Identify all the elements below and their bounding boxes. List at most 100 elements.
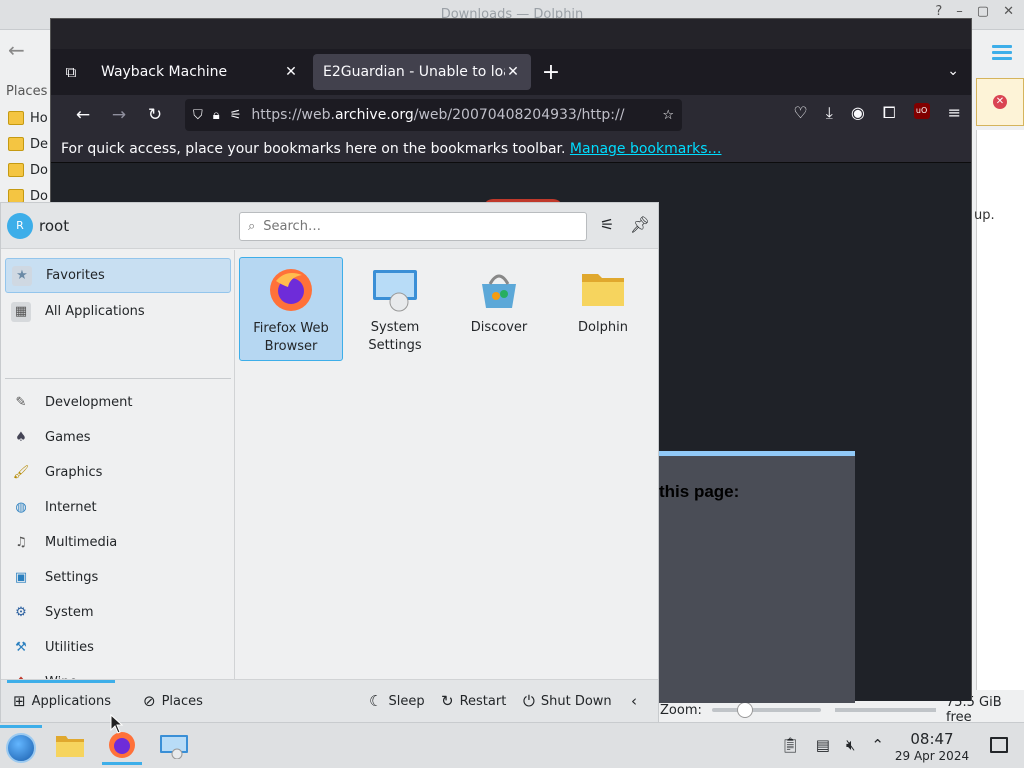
url-text[interactable]: https://web.archive.org/web/200704082049…	[251, 107, 652, 123]
application-launcher: R root ⌕ ⚟ 📌︎ ★ Favorites ▦ All Applicat…	[0, 202, 659, 723]
permissions-icon[interactable]: ⚟	[230, 108, 242, 123]
category-separator	[5, 378, 231, 379]
list-all-tabs-icon[interactable]: ⌄	[947, 63, 959, 79]
places-panel-label: Places	[6, 84, 48, 99]
app-firefox[interactable]: Firefox Web Browser	[239, 257, 343, 361]
applications-tab[interactable]: ⊞ Applications	[13, 692, 111, 710]
system-tray: 📋︎ ▤ 🔇︎ ⌃	[781, 736, 884, 754]
downloads-icon[interactable]: ⤓	[826, 103, 833, 123]
bookmarks-message: For quick access, place your bookmarks h…	[61, 141, 566, 157]
dolphin-menu-icon[interactable]	[992, 42, 1012, 63]
dolphin-folder-icon	[56, 736, 84, 757]
forward-button[interactable]: →	[101, 105, 137, 125]
application-launcher-button[interactable]	[0, 725, 42, 767]
bookmarks-toolbar: For quick access, place your bookmarks h…	[51, 135, 971, 163]
category-utilities[interactable]: ⚒ Utilities	[5, 630, 231, 665]
pin-icon[interactable]: 📌︎	[629, 215, 651, 237]
mouse-cursor-icon	[110, 713, 124, 738]
restart-icon: ↻	[441, 692, 454, 710]
task-system-settings[interactable]	[154, 727, 194, 765]
error-panel: this page:	[657, 451, 855, 703]
zoom-label: Zoom:	[660, 702, 702, 718]
category-system[interactable]: ⚙ System	[5, 595, 231, 630]
launcher-header: R root ⌕ ⚟ 📌︎	[1, 203, 658, 249]
help-icon[interactable]: ?	[935, 4, 942, 19]
system-settings-icon	[160, 735, 188, 759]
clipboard-icon[interactable]: 📋︎	[781, 736, 800, 754]
more-session-options-button[interactable]: ‹	[631, 692, 637, 710]
applications-grid-icon: ⊞	[13, 692, 26, 710]
category-sidebar: ★ Favorites ▦ All Applications ✎ Develop…	[1, 250, 235, 690]
error-heading: this page:	[659, 482, 740, 501]
firefox-view-icon[interactable]: ⧉	[51, 63, 91, 81]
category-label: Favorites	[46, 268, 105, 283]
task-dolphin[interactable]	[50, 727, 90, 765]
graphics-icon: 🖌︎	[12, 465, 30, 480]
category-development[interactable]: ✎ Development	[5, 385, 231, 420]
configure-icon[interactable]: ⚟	[596, 215, 618, 237]
reload-button[interactable]: ↻	[137, 105, 173, 125]
app-dolphin[interactable]: Dolphin	[551, 257, 655, 361]
multimedia-icon: ♫	[15, 535, 27, 550]
back-button[interactable]: ←	[65, 105, 101, 125]
tab-e2guardian[interactable]: E2Guardian - Unable to load ✕	[313, 54, 531, 90]
zoom-slider[interactable]	[711, 702, 822, 718]
shutdown-button[interactable]: ⏻ Shut Down	[523, 692, 612, 710]
category-multimedia[interactable]: ♫ Multimedia	[5, 525, 231, 560]
category-games[interactable]: ♠ Games	[5, 420, 231, 455]
tab-wayback-machine[interactable]: Wayback Machine ✕	[91, 54, 309, 90]
tab-close-icon[interactable]: ✕	[283, 64, 299, 80]
search-input[interactable]	[263, 219, 564, 234]
app-system-settings[interactable]: System Settings	[343, 257, 447, 361]
chevron-up-icon[interactable]: ⌃	[871, 736, 884, 754]
search-field[interactable]: ⌕	[239, 212, 587, 241]
extensions-icon[interactable]: ⧠	[883, 103, 896, 123]
category-all-applications[interactable]: ▦ All Applications	[5, 294, 231, 329]
compass-icon: ⊘	[143, 692, 156, 710]
sleep-button[interactable]: ☾ Sleep	[369, 692, 425, 710]
tab-label: Wayback Machine	[101, 64, 228, 80]
places-tab[interactable]: ⊘ Places	[143, 692, 203, 710]
category-graphics[interactable]: 🖌︎ Graphics	[5, 455, 231, 490]
error-close-icon[interactable]: ✕	[993, 95, 1007, 109]
app-discover[interactable]: Discover	[447, 257, 551, 361]
system-settings-icon	[371, 265, 419, 313]
dolphin-window-controls: ? – ▢ ✕	[935, 4, 1014, 19]
username: root	[39, 217, 70, 235]
clock-time: 08:47	[910, 730, 954, 748]
zoom-slider-handle[interactable]	[736, 702, 753, 718]
bookmark-star-icon[interactable]: ☆	[662, 108, 674, 123]
manage-bookmarks-link[interactable]: Manage bookmarks…	[570, 141, 722, 157]
category-settings[interactable]: ▣ Settings	[5, 560, 231, 595]
notes-icon[interactable]: ▤	[816, 736, 830, 754]
utilities-icon: ⚒	[15, 640, 27, 655]
pocket-icon[interactable]: ♡	[793, 103, 807, 123]
close-icon[interactable]: ✕	[1003, 4, 1014, 19]
back-arrow-icon[interactable]: ←	[8, 38, 25, 62]
tracking-protection-icon[interactable]: ⛉	[193, 108, 203, 123]
lock-icon[interactable]: 🔒︎	[213, 108, 220, 123]
category-internet[interactable]: ◍ Internet	[5, 490, 231, 525]
dolphin-text-fragment: up.	[974, 208, 995, 223]
app-menu-icon[interactable]: ≡	[948, 103, 961, 123]
chevron-left-icon: ‹	[631, 692, 637, 710]
category-favorites[interactable]: ★ Favorites	[5, 258, 231, 293]
digital-clock[interactable]: 08:47 29 Apr 2024	[892, 730, 972, 764]
avatar[interactable]: R	[7, 213, 33, 239]
volume-muted-icon[interactable]: 🔇︎	[846, 736, 855, 754]
maximize-icon[interactable]: ▢	[977, 4, 989, 19]
show-desktop-icon[interactable]	[990, 737, 1008, 753]
new-tab-icon[interactable]: +	[535, 60, 567, 85]
firefox-titlebar[interactable]	[51, 19, 971, 49]
folder-icon	[8, 189, 24, 203]
restart-button[interactable]: ↻ Restart	[441, 692, 506, 710]
clock-date: 29 Apr 2024	[894, 749, 970, 763]
minimize-icon[interactable]: –	[956, 4, 963, 19]
category-label: All Applications	[45, 304, 145, 319]
ublock-origin-icon[interactable]: uO	[913, 103, 930, 119]
tab-close-icon[interactable]: ✕	[505, 64, 521, 80]
system-icon: ⚙	[15, 605, 27, 620]
url-bar[interactable]: ⛉ 🔒︎ ⚟ https://web.archive.org/web/20070…	[185, 99, 682, 131]
firefox-icon	[267, 266, 315, 314]
account-icon[interactable]: ◉	[851, 103, 865, 123]
